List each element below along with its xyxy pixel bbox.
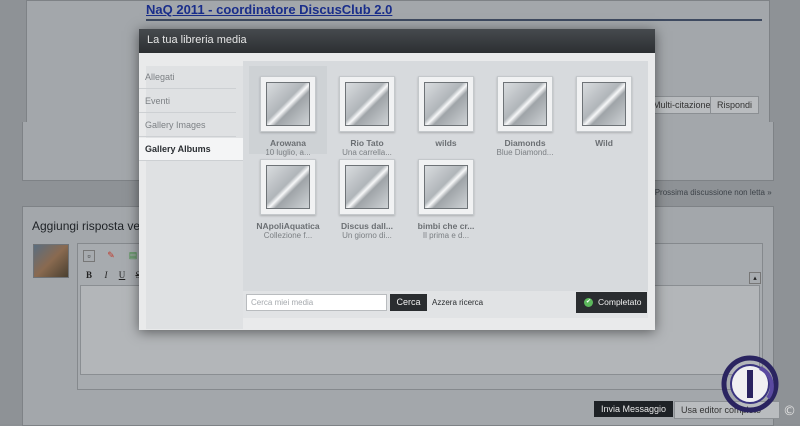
sidebar-item-allegati[interactable]: Allegati <box>139 66 236 89</box>
media-item-napoliaquatica[interactable]: NApoliAquatica Collezione f... <box>249 149 327 240</box>
item-name: Arowana <box>270 138 306 148</box>
title-divider <box>146 19 762 21</box>
media-item-arowana[interactable]: Arowana 10 luglio, a... <box>249 66 327 157</box>
album-thumbnail <box>418 76 474 132</box>
item-description: Il prima e d... <box>422 231 470 240</box>
placeholder-image-icon <box>582 82 626 126</box>
placeholder-image-icon <box>266 165 310 209</box>
modal-header: La tua libreria media <box>139 29 655 53</box>
reset-search-link[interactable]: Azzera ricerca <box>432 298 483 307</box>
item-description: Un giorno di... <box>342 231 392 240</box>
reply-button[interactable]: Rispondi <box>710 96 760 114</box>
item-name: Discus dall... <box>341 221 393 231</box>
placeholder-image-icon <box>503 82 547 126</box>
search-button[interactable]: Cerca <box>390 294 427 311</box>
done-button[interactable]: ✔ Completato <box>576 292 647 313</box>
item-description: Collezione f... <box>263 231 313 240</box>
media-item-diamonds[interactable]: Diamonds Blue Diamond... <box>486 66 564 157</box>
item-name: Diamonds <box>504 138 546 148</box>
media-item-discus-dall[interactable]: Discus dall... Un giorno di... <box>328 149 406 240</box>
album-thumbnail <box>260 159 316 215</box>
done-button-label: Completato <box>598 297 642 307</box>
user-avatar <box>33 244 69 278</box>
album-thumbnail <box>576 76 632 132</box>
placeholder-image-icon <box>345 165 389 209</box>
item-name: Rio Tato <box>350 138 384 148</box>
album-thumbnail <box>260 76 316 132</box>
underline-button[interactable]: U <box>117 270 127 280</box>
thread-title-link[interactable]: NaQ 2011 - coordinatore DiscusClub 2.0 <box>146 2 392 17</box>
media-grid: Arowana 10 luglio, a... Rio Tato Una car… <box>243 61 648 291</box>
media-item-wilds[interactable]: wilds <box>407 66 485 154</box>
send-message-button[interactable]: Invia Messaggio <box>594 401 674 417</box>
item-name: Wild <box>595 138 613 148</box>
modal-title: La tua libreria media <box>147 34 247 46</box>
album-thumbnail <box>497 76 553 132</box>
item-description: Blue Diamond... <box>496 148 554 157</box>
check-icon: ✔ <box>584 298 593 307</box>
media-library-modal: La tua libreria media Allegati Eventi Ga… <box>139 29 655 330</box>
placeholder-image-icon <box>424 165 468 209</box>
collapse-toolbar-icon[interactable]: ▴ <box>749 272 761 284</box>
multi-quote-button[interactable]: Multi-citazione <box>646 96 718 114</box>
site-logo-seal <box>721 355 779 413</box>
eraser-icon[interactable]: ✎ <box>106 250 116 260</box>
item-name: NApoliAquatica <box>256 221 320 231</box>
placeholder-image-icon <box>424 82 468 126</box>
sidebar-item-gallery-albums[interactable]: Gallery Albums <box>139 138 244 161</box>
table-icon[interactable]: ▤ <box>128 250 138 260</box>
bold-button[interactable]: B <box>84 270 94 280</box>
sidebar-item-eventi[interactable]: Eventi <box>139 90 236 113</box>
sidebar-item-gallery-images[interactable]: Gallery Images <box>139 114 236 137</box>
media-item-bimbi-che-cr[interactable]: bimbi che cr... Il prima e d... <box>407 149 485 240</box>
placeholder-image-icon <box>345 82 389 126</box>
italic-button[interactable]: I <box>101 270 111 280</box>
media-item-rio-tato[interactable]: Rio Tato Una carrella... <box>328 66 406 157</box>
album-thumbnail <box>339 159 395 215</box>
album-thumbnail <box>418 159 474 215</box>
copyright-icon: © <box>783 404 796 419</box>
placeholder-image-icon <box>266 82 310 126</box>
media-search-input[interactable] <box>246 294 387 311</box>
media-item-wild[interactable]: Wild <box>565 66 643 154</box>
album-thumbnail <box>339 76 395 132</box>
item-name: bimbi che cr... <box>417 221 475 231</box>
item-name: wilds <box>435 138 457 148</box>
source-icon[interactable]: ▫ <box>83 250 95 262</box>
